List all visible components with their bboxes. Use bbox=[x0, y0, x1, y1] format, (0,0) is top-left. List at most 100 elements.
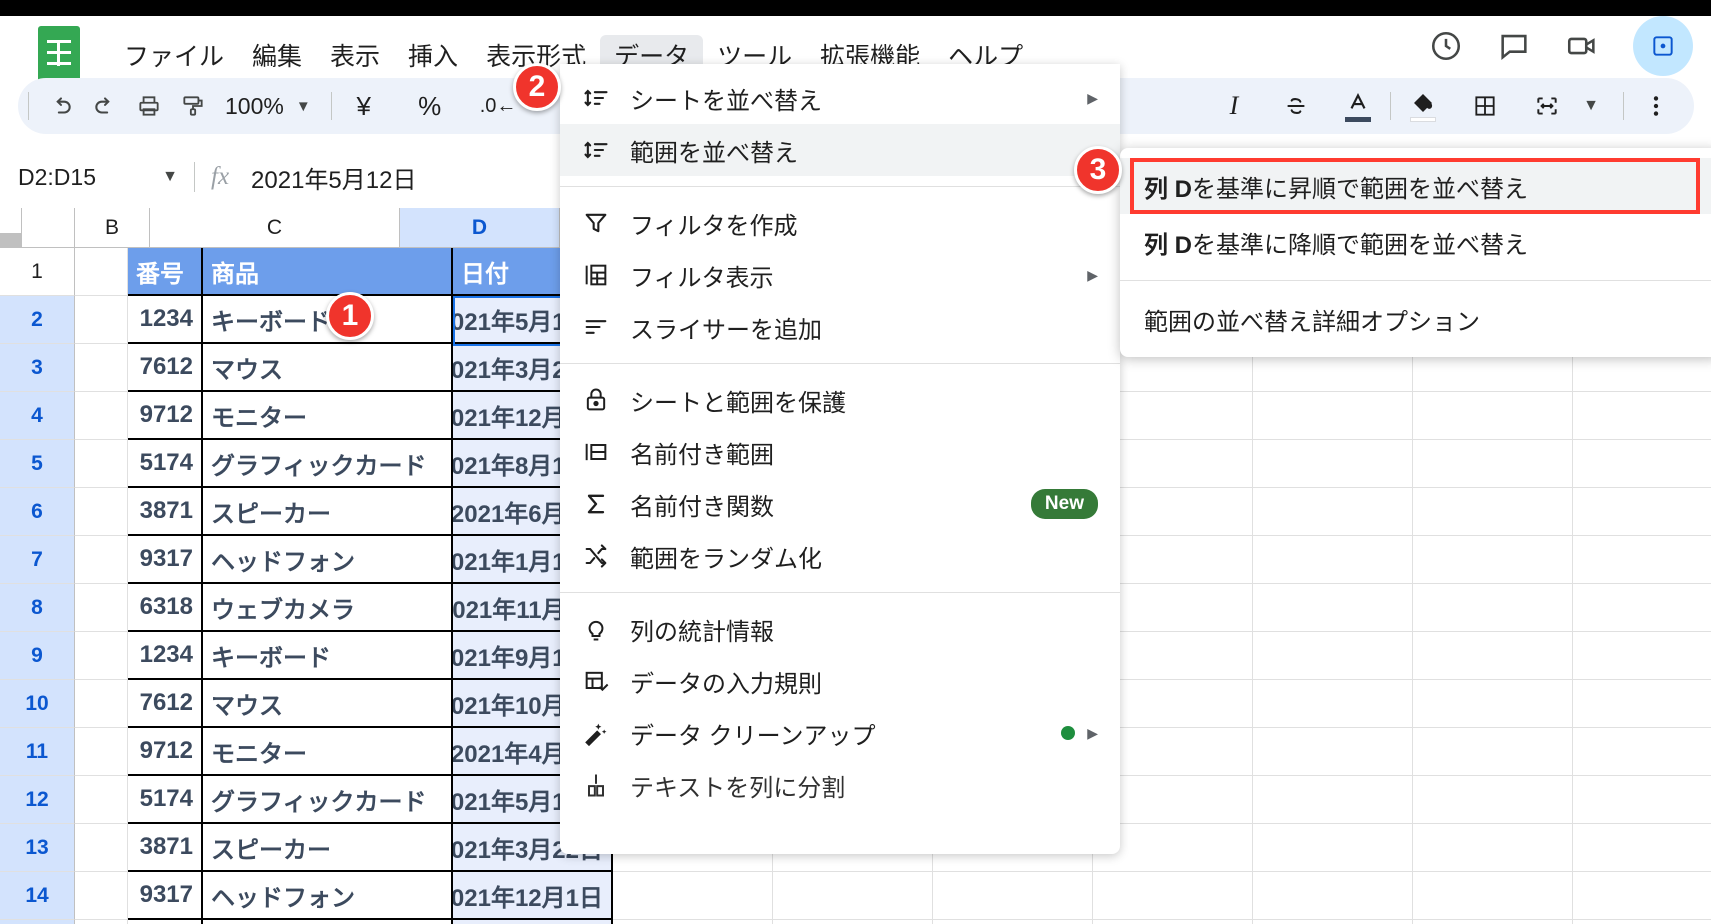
menu-item-sort-range[interactable]: 範囲を並べ替え bbox=[560, 124, 1120, 176]
version-history-icon[interactable] bbox=[1429, 29, 1463, 63]
cell-b9[interactable]: 1234 bbox=[128, 632, 203, 680]
cell-b4[interactable]: 9712 bbox=[128, 392, 203, 440]
menu-item-named-ranges[interactable]: 名前付き範囲 bbox=[560, 426, 1120, 478]
row-header-8[interactable]: 8 bbox=[0, 584, 75, 632]
paint-format-icon[interactable] bbox=[171, 84, 215, 128]
row-header-15[interactable]: 15 bbox=[0, 920, 75, 924]
redo-icon[interactable] bbox=[83, 84, 127, 128]
row-header-6[interactable]: 6 bbox=[0, 488, 75, 536]
cell-b12[interactable]: 5174 bbox=[128, 776, 203, 824]
name-box[interactable]: D2:D15 ▼ bbox=[18, 164, 178, 191]
cell-c13[interactable]: スピーカー bbox=[203, 824, 453, 872]
cell-b5[interactable]: 5174 bbox=[128, 440, 203, 488]
meet-video-icon[interactable] bbox=[1565, 29, 1599, 63]
row-header-1[interactable]: 1 bbox=[0, 248, 75, 296]
cell-c5[interactable]: グラフィックカード bbox=[203, 440, 453, 488]
cell-c14[interactable]: ヘッドフォン bbox=[203, 872, 453, 920]
menu-divider bbox=[560, 592, 1120, 593]
menu-item-data-cleanup[interactable]: データ クリーンアップ ▶ bbox=[560, 707, 1120, 759]
currency-format-button[interactable]: ¥ bbox=[342, 84, 386, 128]
column-header-c[interactable]: C bbox=[150, 208, 400, 248]
cell-c11[interactable]: モニター bbox=[203, 728, 453, 776]
menu-item-column-stats[interactable]: 列の統計情報 bbox=[560, 603, 1120, 655]
row-header-11[interactable]: 11 bbox=[0, 728, 75, 776]
share-button[interactable] bbox=[1633, 16, 1693, 76]
row-header-3[interactable]: 3 bbox=[0, 344, 75, 392]
menu-item-named-functions[interactable]: 名前付き関数 New bbox=[560, 478, 1120, 530]
comment-icon[interactable] bbox=[1497, 29, 1531, 63]
cell-b11[interactable]: 9712 bbox=[128, 728, 203, 776]
more-options-icon[interactable] bbox=[1634, 84, 1678, 128]
menu-insert[interactable]: 挿入 bbox=[394, 35, 472, 79]
cell-c7[interactable]: ヘッドフォン bbox=[203, 536, 453, 584]
text-color-icon[interactable] bbox=[1336, 84, 1380, 128]
cell-c12[interactable]: グラフィックカード bbox=[203, 776, 453, 824]
italic-icon[interactable]: I bbox=[1212, 84, 1256, 128]
shuffle-icon bbox=[582, 542, 630, 570]
menu-view[interactable]: 表示 bbox=[316, 35, 394, 79]
cell-c15[interactable]: ウェブカメラ bbox=[203, 920, 453, 924]
toolbar-divider bbox=[28, 92, 29, 120]
cell-b8[interactable]: 6318 bbox=[128, 584, 203, 632]
strikethrough-icon[interactable] bbox=[1274, 84, 1318, 128]
menu-item-label: データの入力規則 bbox=[630, 670, 822, 698]
row-header-9[interactable]: 9 bbox=[0, 632, 75, 680]
formula-input[interactable]: 2021年5月12日 bbox=[251, 160, 416, 195]
menu-edit[interactable]: 編集 bbox=[238, 35, 316, 79]
submenu-item-column-label: 列 D bbox=[1144, 175, 1192, 203]
cell-c6[interactable]: スピーカー bbox=[203, 488, 453, 536]
cell-c1[interactable]: 商品 bbox=[203, 248, 453, 296]
cell-c8[interactable]: ウェブカメラ bbox=[203, 584, 453, 632]
cell-c3[interactable]: マウス bbox=[203, 344, 453, 392]
cell-b1[interactable]: 番号 bbox=[128, 248, 203, 296]
row-header-12[interactable]: 12 bbox=[0, 776, 75, 824]
cell-d14[interactable]: 2021年12月1日 bbox=[453, 872, 613, 920]
merge-cells-icon[interactable] bbox=[1525, 84, 1569, 128]
cell-b14[interactable]: 9317 bbox=[128, 872, 203, 920]
menu-item-data-validation[interactable]: データの入力規則 bbox=[560, 655, 1120, 707]
submenu-item-sort-descending[interactable]: 列 D を基準に降順で範囲を並べ替え bbox=[1120, 214, 1711, 270]
cell-c9[interactable]: キーボード bbox=[203, 632, 453, 680]
cell-c10[interactable]: マウス bbox=[203, 680, 453, 728]
undo-icon[interactable] bbox=[39, 84, 83, 128]
chevron-right-icon: ▶ bbox=[1087, 266, 1098, 283]
menu-item-randomize-range[interactable]: 範囲をランダム化 bbox=[560, 530, 1120, 582]
menu-item-add-slicer[interactable]: スライサーを追加 bbox=[560, 301, 1120, 353]
submenu-item-advanced-sort-options[interactable]: 範囲の並べ替え詳細オプション bbox=[1120, 291, 1711, 347]
borders-icon[interactable] bbox=[1463, 84, 1507, 128]
cell-d15[interactable]: 2021年1月31日 bbox=[453, 920, 613, 924]
row-header-10[interactable]: 10 bbox=[0, 680, 75, 728]
cell-b3[interactable]: 7612 bbox=[128, 344, 203, 392]
cell-c4[interactable]: モニター bbox=[203, 392, 453, 440]
select-all-corner[interactable] bbox=[0, 208, 22, 248]
menu-item-filter-views[interactable]: フィルタ表示 ▶ bbox=[560, 249, 1120, 301]
filter-view-icon bbox=[582, 261, 630, 289]
row-header-7[interactable]: 7 bbox=[0, 536, 75, 584]
row-header-4[interactable]: 4 bbox=[0, 392, 75, 440]
cell-b7[interactable]: 9317 bbox=[128, 536, 203, 584]
menu-item-sort-sheet[interactable]: シートを並べ替え ▶ bbox=[560, 72, 1120, 124]
menu-file[interactable]: ファイル bbox=[110, 35, 238, 79]
row-header-13[interactable]: 13 bbox=[0, 824, 75, 872]
print-icon[interactable] bbox=[127, 84, 171, 128]
menu-item-split-text-to-columns[interactable]: テキストを列に分割 bbox=[560, 759, 1120, 811]
cell-b6[interactable]: 3871 bbox=[128, 488, 203, 536]
cell-b13[interactable]: 3871 bbox=[128, 824, 203, 872]
column-header-a[interactable] bbox=[22, 208, 75, 248]
chevron-down-icon: ▼ bbox=[295, 97, 311, 115]
fill-color-icon[interactable] bbox=[1401, 84, 1445, 128]
cell-b15[interactable]: 6318 bbox=[128, 920, 203, 924]
row-header-5[interactable]: 5 bbox=[0, 440, 75, 488]
column-header-b[interactable]: B bbox=[75, 208, 150, 248]
submenu-item-sort-ascending[interactable]: 列 D を基準に昇順で範囲を並べ替え bbox=[1120, 158, 1711, 214]
column-header-d[interactable]: D bbox=[400, 208, 560, 248]
row-header-14[interactable]: 14 bbox=[0, 872, 75, 920]
cell-b10[interactable]: 7612 bbox=[128, 680, 203, 728]
row-header-2[interactable]: 2 bbox=[0, 296, 75, 344]
menu-item-protect-sheets[interactable]: シートと範囲を保護 bbox=[560, 374, 1120, 426]
chevron-down-icon[interactable]: ▼ bbox=[1569, 84, 1613, 128]
menu-item-create-filter[interactable]: フィルタを作成 bbox=[560, 197, 1120, 249]
cell-b2[interactable]: 1234 bbox=[128, 296, 203, 344]
zoom-select[interactable]: 100% ▼ bbox=[215, 84, 321, 128]
percent-format-button[interactable]: % bbox=[408, 84, 452, 128]
